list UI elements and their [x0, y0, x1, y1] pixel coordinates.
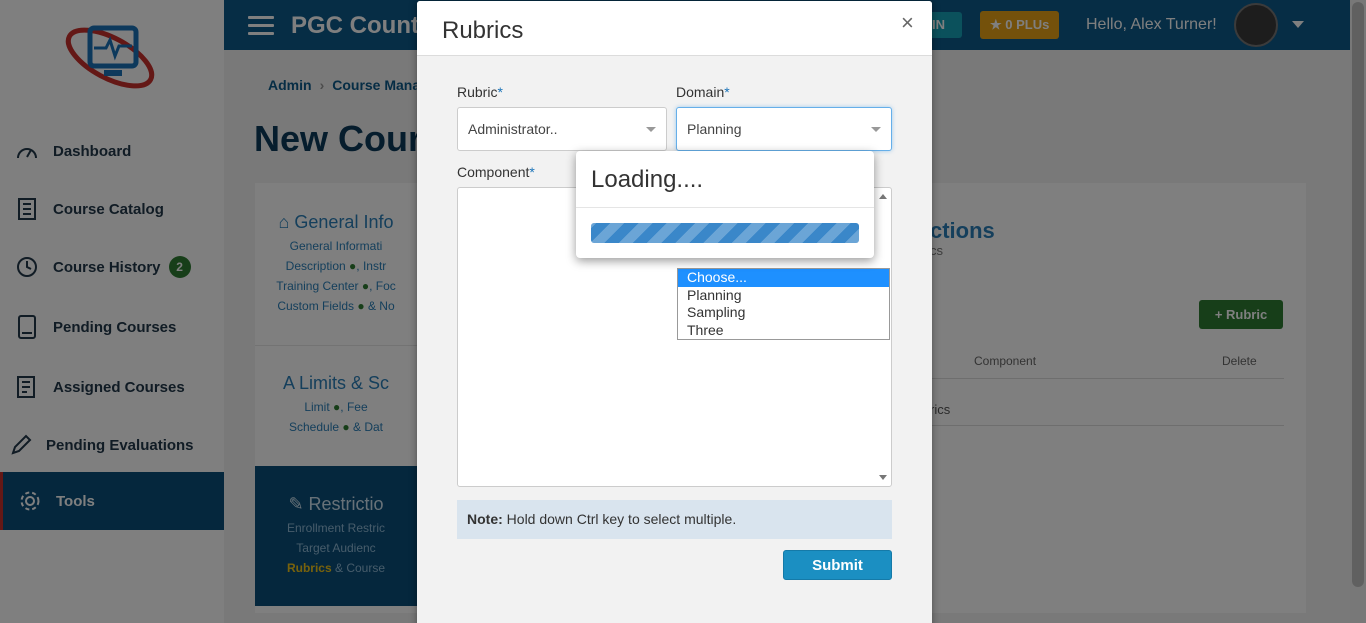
note-label: Note: — [467, 511, 503, 527]
loading-title: Loading.... — [591, 166, 704, 193]
rubric-select[interactable]: Administrator.. — [457, 107, 667, 151]
rubric-select-value: Administrator.. — [468, 121, 558, 137]
note-text: Hold down Ctrl key to select multiple. — [502, 511, 737, 527]
note-box: Note: Hold down Ctrl key to select multi… — [457, 500, 892, 539]
dropdown-option[interactable]: Three — [678, 322, 889, 340]
submit-button[interactable]: Submit — [783, 550, 892, 580]
dropdown-option[interactable]: Planning — [678, 287, 889, 305]
scroll-down-icon[interactable] — [879, 475, 887, 480]
component-label: Component* — [457, 164, 535, 180]
close-icon[interactable]: × — [901, 10, 914, 36]
modal-header: Rubrics × — [417, 1, 932, 56]
loading-dialog: Loading.... — [576, 151, 874, 258]
domain-select-value: Planning — [687, 121, 742, 137]
scroll-up-icon[interactable] — [879, 194, 887, 199]
rubric-label: Rubric* — [457, 84, 503, 100]
domain-dropdown-list: Choose... Planning Sampling Three — [677, 268, 890, 340]
chevron-down-icon — [871, 127, 881, 132]
dropdown-option[interactable]: Sampling — [678, 304, 889, 322]
domain-select[interactable]: Planning — [676, 107, 892, 151]
progress-bar-fill — [591, 223, 859, 243]
dropdown-option[interactable]: Choose... — [678, 269, 889, 287]
domain-label: Domain* — [676, 84, 730, 100]
progress-bar — [591, 223, 859, 243]
chevron-down-icon — [646, 127, 656, 132]
modal-title: Rubrics — [442, 17, 524, 44]
loading-divider — [576, 207, 874, 208]
